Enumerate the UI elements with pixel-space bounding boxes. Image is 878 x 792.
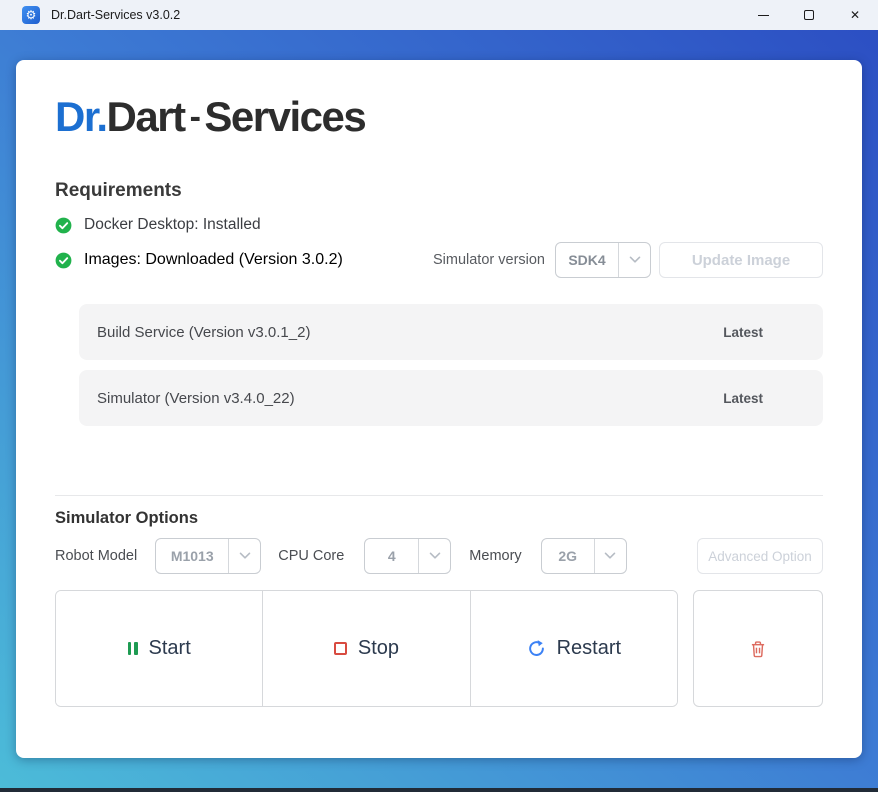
requirements-heading: Requirements (55, 180, 823, 202)
simulator-action-group: Start Stop Restart (55, 590, 678, 707)
start-label: Start (149, 637, 191, 660)
update-image-button[interactable]: Update Image (659, 242, 823, 278)
window-bottom-edge (0, 788, 878, 792)
app-window: ⚙ Dr.Dart-Services v3.0.2 ✕ Dr.Dart-Serv… (0, 0, 878, 792)
simulator-version-label: Simulator version (433, 252, 545, 268)
cpu-core-value: 4 (365, 539, 418, 573)
logo-services: Services (204, 93, 365, 140)
memory-dropdown[interactable]: 2G (541, 538, 627, 574)
logo-dart: Dart (107, 93, 185, 140)
robot-model-dropdown[interactable]: M1013 (155, 538, 261, 574)
simulator-options-heading: Simulator Options (55, 509, 823, 528)
check-circle-icon (55, 217, 72, 234)
service-row-simulator: Simulator (Version v3.4.0_22) Latest (79, 370, 823, 426)
simulator-version-controls: Simulator version SDK4 Update Image (433, 242, 823, 278)
start-icon (128, 642, 138, 655)
section-divider (55, 495, 823, 496)
requirement-images-label: Images: Downloaded (Version 3.0.2) (84, 251, 343, 269)
maximize-icon (804, 10, 814, 20)
titlebar: ⚙ Dr.Dart-Services v3.0.2 ✕ (0, 0, 878, 30)
requirement-docker: Docker Desktop: Installed (55, 216, 823, 234)
requirement-docker-label: Docker Desktop: Installed (84, 216, 261, 234)
memory-label: Memory (469, 548, 521, 564)
stop-icon (334, 642, 347, 655)
check-circle-icon (55, 252, 72, 269)
close-button[interactable]: ✕ (832, 0, 878, 30)
cpu-core-label: CPU Core (278, 548, 344, 564)
actions-row: Start Stop Restart (55, 590, 823, 707)
restart-label: Restart (557, 637, 621, 660)
minimize-button[interactable] (740, 0, 786, 30)
status-badge: Latest (723, 325, 763, 340)
start-button[interactable]: Start (56, 591, 262, 706)
service-name: Build Service (Version v3.0.1_2) (97, 324, 310, 341)
simulator-version-dropdown[interactable]: SDK4 (555, 242, 651, 278)
requirement-images-row: Images: Downloaded (Version 3.0.2) Simul… (55, 242, 823, 278)
service-name: Simulator (Version v3.4.0_22) (97, 390, 295, 407)
restart-button[interactable]: Restart (470, 591, 677, 706)
app-logo: Dr.Dart-Services (55, 93, 823, 141)
chevron-down-icon (595, 539, 626, 573)
restart-icon (527, 639, 546, 658)
maximize-button[interactable] (786, 0, 832, 30)
trash-icon (749, 640, 767, 658)
cpu-core-dropdown[interactable]: 4 (364, 538, 451, 574)
minimize-icon (758, 15, 769, 16)
stop-button[interactable]: Stop (262, 591, 469, 706)
delete-button[interactable] (693, 590, 823, 707)
memory-value: 2G (542, 539, 594, 573)
chevron-down-icon (419, 539, 450, 573)
close-icon: ✕ (850, 8, 860, 22)
app-icon: ⚙ (22, 6, 40, 24)
window-controls: ✕ (740, 0, 878, 30)
robot-model-label: Robot Model (55, 548, 137, 564)
window-title: Dr.Dart-Services v3.0.2 (51, 8, 180, 22)
service-row-build: Build Service (Version v3.0.1_2) Latest (79, 304, 823, 360)
logo-hyphen: - (190, 98, 200, 136)
logo-dr: Dr. (55, 93, 107, 140)
requirement-images: Images: Downloaded (Version 3.0.2) (55, 251, 343, 269)
simulator-options-row: Robot Model M1013 CPU Core 4 (55, 538, 823, 574)
status-badge: Latest (723, 391, 763, 406)
advanced-option-button[interactable]: Advanced Option (697, 538, 823, 574)
simulator-version-value: SDK4 (556, 243, 618, 277)
main-card: Dr.Dart-Services Requirements Docker Des… (16, 60, 862, 758)
app-background: Dr.Dart-Services Requirements Docker Des… (0, 30, 878, 792)
stop-label: Stop (358, 637, 399, 660)
chevron-down-icon (229, 539, 260, 573)
robot-model-value: M1013 (156, 539, 228, 573)
chevron-down-icon (619, 243, 650, 277)
